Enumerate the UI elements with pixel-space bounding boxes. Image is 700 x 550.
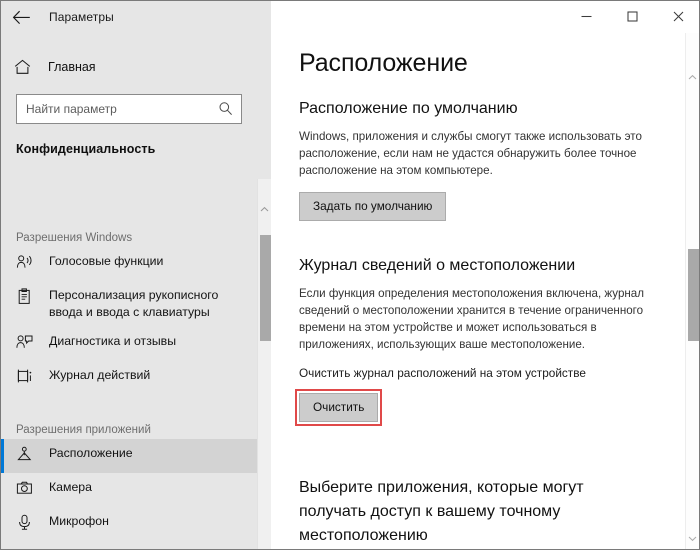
minimize-button[interactable] (563, 1, 609, 32)
feedback-person-icon (16, 333, 42, 351)
window-controls (271, 1, 699, 33)
sidebar-scrollbar[interactable] (257, 179, 271, 549)
close-button[interactable] (655, 1, 699, 32)
content-scroll-down-icon[interactable] (686, 530, 699, 546)
sidebar-item-label: Журнал действий (49, 368, 151, 382)
location-pin-icon (16, 445, 42, 463)
page-title: Расположение (299, 49, 468, 77)
section-body-location-history: Если функция определения местоположения … (299, 287, 645, 351)
sidebar-item-label: Микрофон (49, 514, 109, 528)
content-inner: Расположение Расположение по умолчанию W… (271, 33, 699, 548)
title-bar: Параметры (1, 1, 699, 33)
sidebar-item-location[interactable]: Расположение (1, 439, 271, 473)
voice-activation-icon (16, 253, 42, 271)
sidebar-item-label: Диагностика и отзывы (49, 334, 177, 348)
sidebar-item-label: Расположение (49, 446, 133, 460)
sidebar-scroll-up-icon[interactable] (258, 201, 271, 217)
clear-button[interactable]: Очистить (299, 393, 379, 422)
sidebar-scroll-thumb[interactable] (260, 235, 271, 341)
sidebar-group-header-apps: Разрешения приложений (16, 424, 151, 436)
content-scrollbar[interactable] (685, 33, 699, 549)
microphone-icon (16, 513, 42, 531)
search-box[interactable] (16, 94, 242, 124)
sidebar-item-label: Камера (49, 480, 92, 494)
set-default-button[interactable]: Задать по умолчанию (299, 192, 447, 221)
content-scroll-up-icon[interactable] (686, 69, 699, 85)
sidebar-item-home[interactable]: Главная (1, 50, 271, 84)
home-icon (14, 59, 40, 75)
search-icon[interactable] (218, 101, 233, 121)
settings-window: Параметры Главная Найти параметр Конфиде… (0, 0, 700, 550)
content-scroll-thumb[interactable] (688, 249, 699, 341)
clipboard-pen-icon (16, 287, 42, 305)
sidebar-item-inking-typing[interactable]: Персонализация рукописного ввода и ввода… (1, 281, 271, 327)
sidebar-item-camera[interactable]: Камера (1, 473, 271, 507)
sidebar-item-label: Персонализация рукописного ввода и ввода… (49, 288, 219, 319)
back-arrow-icon[interactable] (1, 2, 41, 33)
sidebar-group-header-windows: Разрешения Windows (16, 232, 133, 244)
sidebar-nav: Разрешения Windows Голосовые функции Пер… (1, 179, 271, 549)
section-title-choose-apps: Выберите приложения, которые могут получ… (299, 479, 584, 544)
sidebar-category-title: Конфиденциальность (16, 142, 156, 156)
activity-history-icon (16, 367, 42, 385)
sidebar-item-microphone[interactable]: Микрофон (1, 507, 271, 541)
section-title-default-location: Расположение по умолчанию (299, 100, 518, 117)
maximize-button[interactable] (609, 1, 655, 32)
sidebar-item-label: Голосовые функции (49, 254, 164, 268)
main-content: Расположение Расположение по умолчанию W… (271, 33, 699, 549)
section-title-location-history: Журнал сведений о местоположении (299, 257, 576, 274)
clear-history-label: Очистить журнал расположений на этом уст… (299, 366, 586, 380)
title-bar-left: Параметры (1, 1, 271, 33)
app-title: Параметры (49, 10, 114, 24)
camera-icon (16, 479, 42, 497)
home-label: Главная (48, 60, 96, 74)
sidebar-item-activity-history[interactable]: Журнал действий (1, 361, 271, 395)
clear-button-highlight: Очистить (295, 389, 383, 426)
sidebar-item-voice-activation[interactable]: Голосовые функции (1, 247, 271, 281)
sidebar: Главная Конфиденциальность Разрешения Wi… (1, 33, 271, 549)
section-body-default-location: Windows, приложения и службы смогут такж… (299, 130, 642, 177)
search-input[interactable] (17, 96, 216, 122)
sidebar-item-diagnostics-feedback[interactable]: Диагностика и отзывы (1, 327, 271, 361)
